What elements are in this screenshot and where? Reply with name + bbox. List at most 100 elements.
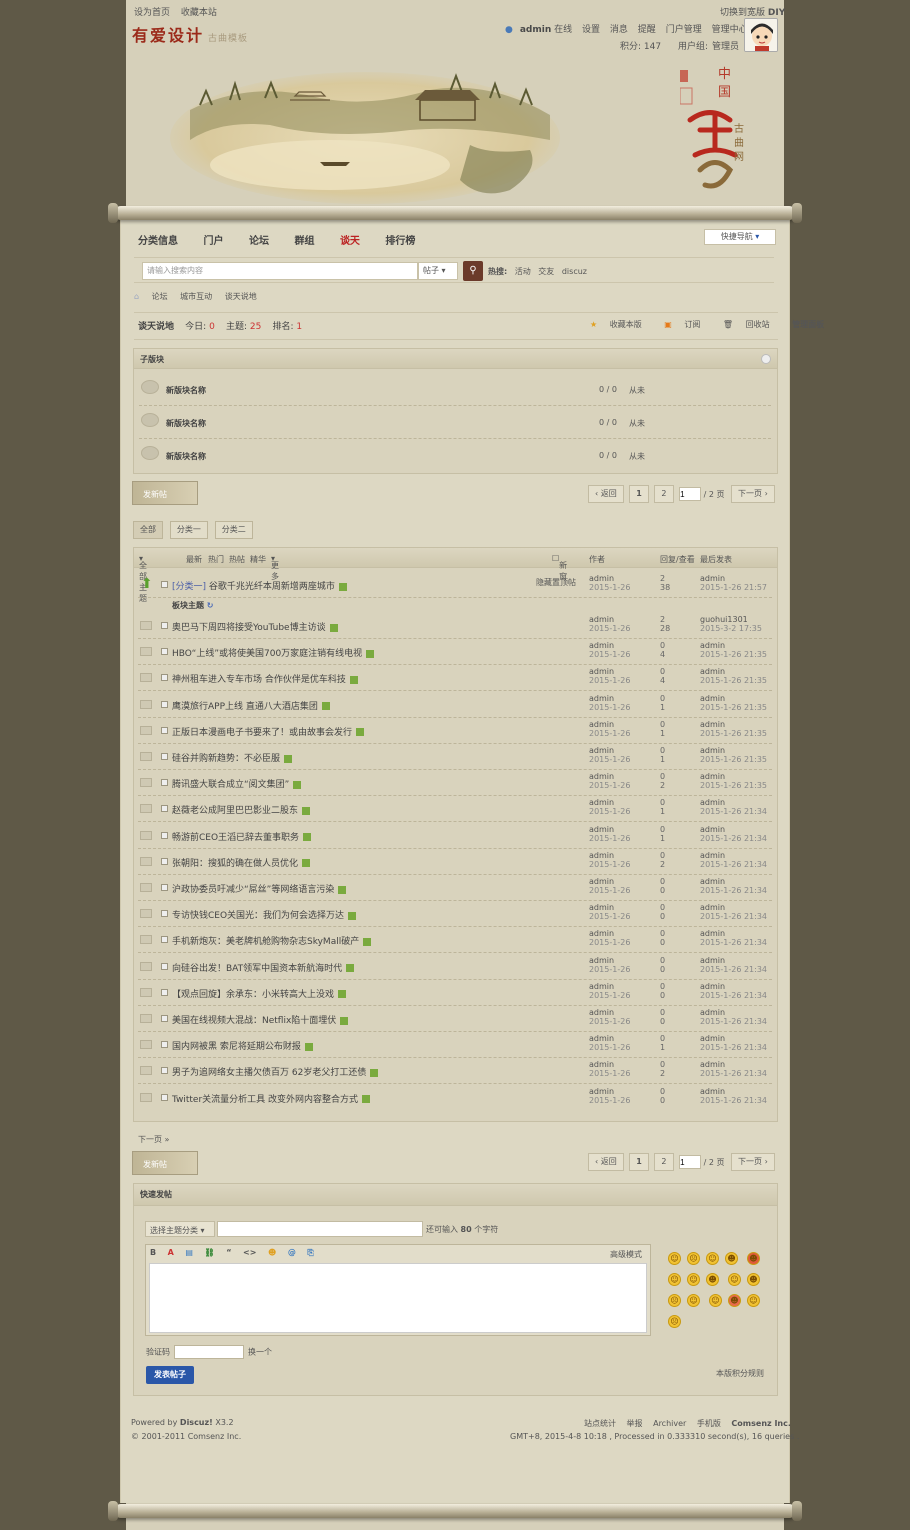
thread-author[interactable]: admin (589, 982, 614, 991)
thread-author[interactable]: admin (589, 851, 614, 860)
quick-nav-button[interactable]: 快捷导航 ▾ (704, 229, 776, 245)
subforum-row[interactable]: 新版块名称 0 / 0 从未 (139, 440, 771, 472)
smiley-icon[interactable]: ☻ (268, 1248, 276, 1257)
tab-category-2[interactable]: 分类二 (214, 521, 253, 539)
thread-row[interactable]: 神州租车进入专车市场 合作伙伴是优车科技 admin 2015-1-26 0 4 admi… (138, 665, 772, 692)
search-type-select[interactable]: 帖子 ▾ (418, 262, 458, 280)
thread-title[interactable]: 张朝阳：搜狐的确在做人员优化 (172, 856, 311, 869)
tab-category-1[interactable]: 分类一 (169, 521, 208, 539)
filter-hot-posts[interactable]: 热帖 (229, 554, 245, 565)
last-poster[interactable]: admin (700, 956, 725, 965)
nav-category-info[interactable]: 分类信息 (138, 236, 178, 247)
thread-author[interactable]: admin (589, 1060, 614, 1069)
thread-author[interactable]: admin (589, 746, 614, 755)
breadcrumb-item[interactable]: 论坛 (152, 292, 168, 301)
sticky-thread-row[interactable]: ⬆ [分类一] 谷歌千兆光纤本周新增两座城市 隐藏置顶帖 admin 2015-1… (138, 572, 772, 598)
new-thread-button[interactable]: 发新帖 (132, 481, 198, 505)
thread-title[interactable]: 赵薇老公成阿里巴巴影业二股东 (172, 803, 311, 816)
thread-title[interactable]: 美国在线视频大混战：Netflix陷十面埋伏 (172, 1013, 349, 1026)
switch-wide-link[interactable]: 切换到宽版 (720, 8, 765, 18)
thread-author[interactable]: admin (589, 825, 614, 834)
thread-checkbox[interactable] (161, 936, 168, 944)
thread-title[interactable]: 鹰漠旅行APP上线 直通八大酒店集团 (172, 699, 330, 712)
thread-row[interactable]: 手机新炮灰：美老牌机舱购物杂志SkyMall破产 admin 2015-1-26 0 0… (138, 927, 772, 954)
thread-checkbox[interactable] (161, 884, 168, 891)
page-1[interactable]: 1 (629, 485, 649, 503)
thread-title[interactable]: 专访快钱CEO关国光：我们为何会选择万达 (172, 908, 357, 921)
page-input[interactable] (679, 1155, 702, 1169)
thread-title[interactable]: 向硅谷出发！BAT领军中国资本新航海时代 (172, 961, 355, 974)
recycle-bin-button[interactable]: 🗑 回收站 (723, 320, 780, 329)
smiley-icon[interactable]: ☺ (706, 1252, 719, 1265)
captcha-input[interactable] (174, 1345, 244, 1359)
smiley-icon[interactable]: ☹ (668, 1294, 681, 1307)
hot-search-item[interactable]: 交友 (538, 267, 554, 276)
thread-checkbox[interactable] (161, 581, 168, 588)
thread-checkbox[interactable] (161, 1041, 168, 1049)
thread-checkbox[interactable] (161, 910, 168, 918)
last-poster[interactable]: admin (700, 746, 725, 755)
last-poster[interactable]: admin (700, 1060, 725, 1069)
subforum-row[interactable]: 新版块名称 0 / 0 从未 (139, 407, 771, 439)
credits-link[interactable]: 积分: 147 (620, 42, 661, 52)
next-page-button[interactable]: 下一页 › (731, 485, 775, 503)
thread-title[interactable]: [分类一] 谷歌千兆光纤本周新增两座城市 (172, 579, 347, 592)
thread-checkbox[interactable] (161, 805, 168, 813)
last-poster[interactable]: admin (700, 929, 725, 938)
breadcrumb-item[interactable]: 城市互动 (180, 292, 212, 301)
credit-rules-link[interactable]: 本版积分规则 (716, 1368, 764, 1379)
admin-panel-button[interactable]: 管理面板 (792, 320, 824, 329)
nav-portal[interactable]: 门户 (203, 236, 223, 247)
tab-all[interactable]: 全部 (133, 521, 163, 539)
smiley-icon[interactable]: ☻ (727, 1294, 741, 1307)
smiley-icon[interactable]: ☺ (687, 1273, 700, 1286)
thread-author[interactable]: admin (589, 720, 614, 729)
at-icon[interactable]: @ (288, 1248, 296, 1257)
nav-groups[interactable]: 群组 (294, 236, 314, 247)
last-poster[interactable]: admin (700, 851, 725, 860)
thread-author[interactable]: admin (589, 694, 614, 703)
last-poster[interactable]: admin (700, 694, 725, 703)
thread-checkbox[interactable] (161, 857, 168, 865)
thread-title[interactable]: 腾讯盛大联合成立“阅文集团” (172, 777, 302, 790)
thread-title[interactable]: 国内网被黑 索尼将延期公布财报 (172, 1039, 313, 1052)
subject-input[interactable] (217, 1221, 423, 1237)
smiley-icon[interactable]: ☺ (687, 1294, 700, 1307)
discuz-link[interactable]: Discuz! (180, 1418, 213, 1427)
thread-checkbox[interactable] (161, 1067, 168, 1075)
thread-title[interactable]: 奥巴马下周四将接受YouTube博主访谈 (172, 620, 338, 633)
last-poster[interactable]: admin (700, 574, 725, 583)
last-poster[interactable]: admin (700, 825, 725, 834)
last-poster[interactable]: guohui1301 (700, 615, 748, 624)
thread-checkbox[interactable] (161, 726, 168, 734)
footer-link-archiver[interactable]: Archiver (653, 1419, 686, 1428)
hot-search-item[interactable]: discuz (562, 267, 587, 276)
smiley-icon[interactable]: ☻ (706, 1273, 719, 1286)
hide-sticky-link[interactable]: 隐藏置顶帖 (536, 577, 576, 588)
thread-author[interactable]: admin (589, 877, 614, 886)
thread-title[interactable]: 正版日本漫画电子书要来了！或由故事会发行 (172, 725, 365, 738)
thread-row[interactable]: 男子为追网络女主播欠债百万 62岁老父打工还债 admin 2015-1-26 0 2 a… (138, 1058, 772, 1085)
thread-checkbox[interactable] (161, 988, 168, 996)
filter-more[interactable]: 更多 ▾ (271, 554, 279, 581)
filter-all[interactable]: 全部主题 ▾ (139, 554, 147, 603)
hot-search-item[interactable]: 活动 (515, 267, 531, 276)
footer-link-report[interactable]: 举报 (627, 1419, 643, 1428)
last-poster[interactable]: admin (700, 641, 725, 650)
thread-author[interactable]: admin (589, 641, 614, 650)
smiley-icon[interactable]: ☻ (725, 1252, 738, 1265)
portal-admin-link[interactable]: 门户管理 (666, 25, 702, 35)
smiley-icon[interactable]: ☻ (746, 1273, 760, 1286)
settings-link[interactable]: 设置 (582, 25, 600, 35)
thread-checkbox[interactable] (161, 753, 168, 760)
thread-title[interactable]: Twitter关流量分析工具 改变外网内容整合方式 (172, 1092, 371, 1105)
thread-row[interactable]: 腾讯盛大联合成立“阅文集团” admin 2015-1-26 0 2 admin 2015-… (138, 770, 772, 797)
thread-author[interactable]: admin (589, 798, 614, 807)
thread-title[interactable]: 男子为追网络女主播欠债百万 62岁老父打工还债 (172, 1065, 379, 1078)
thread-author[interactable]: admin (589, 956, 614, 965)
new-thread-button[interactable]: 发新帖 (132, 1151, 198, 1175)
thread-row[interactable]: 硅谷并购新趋势：不必臣服 admin 2015-1-26 0 1 admin 2015-1-… (138, 744, 772, 770)
notices-link[interactable]: 提醒 (638, 25, 656, 35)
footer-link-stats[interactable]: 站点统计 (584, 1419, 616, 1428)
nav-ranking[interactable]: 排行榜 (385, 236, 415, 247)
